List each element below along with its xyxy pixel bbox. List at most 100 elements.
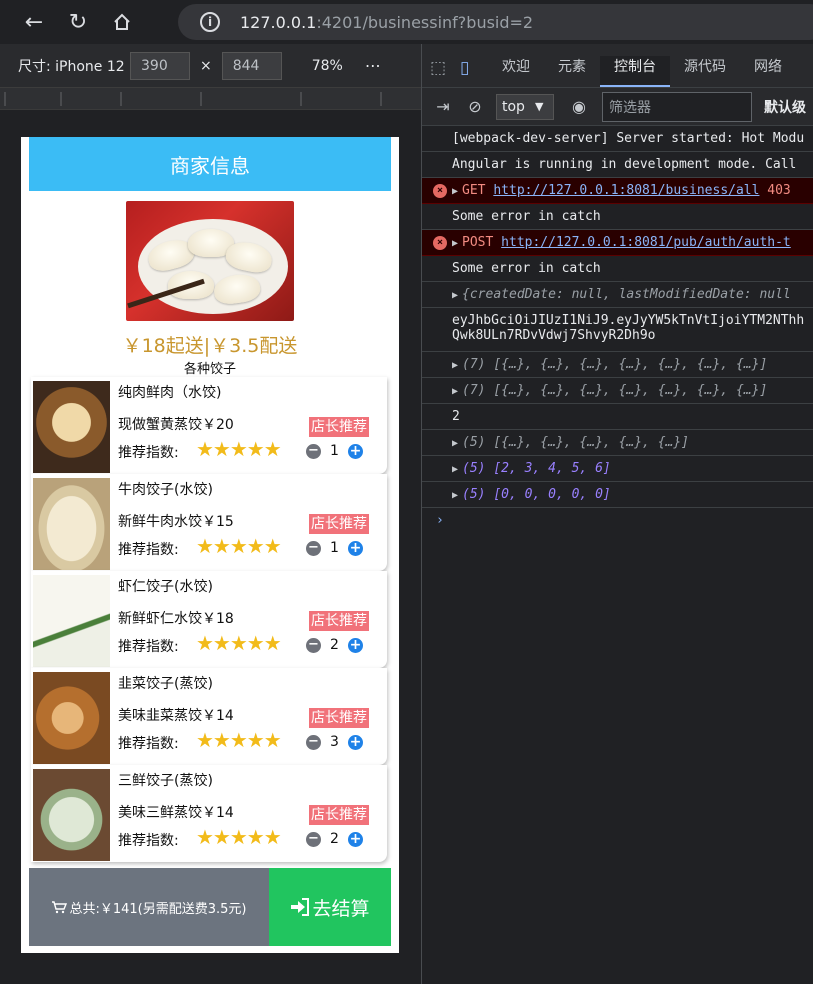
expand-arrow-icon[interactable]: ▶ (452, 186, 458, 197)
tab-console[interactable]: 控制台 (600, 56, 670, 87)
address-bar[interactable]: i 127.0.0.1:4201/businessinf?busid=2 (178, 4, 813, 40)
quantity-value: 2 (330, 637, 339, 653)
log-level-select[interactable]: 默认级 (764, 97, 806, 117)
cart-total: 总共:￥141(另需配送费3.5元) (29, 868, 269, 946)
product-list: 纯肉鲜肉（水饺) 现做蟹黄蒸饺￥20 店长推荐 推荐指数: ★★★★★ − 1 … (31, 377, 387, 862)
recommend-badge: 店长推荐 (309, 708, 369, 728)
minus-icon[interactable]: − (306, 734, 321, 750)
expand-arrow-icon[interactable]: ▶ (452, 290, 458, 301)
minus-icon[interactable]: − (306, 443, 321, 459)
console-message: Some error in catch (422, 204, 813, 230)
height-input[interactable]: 844 (221, 51, 282, 80)
product-desc: 新鲜牛肉水饺￥15 (118, 514, 234, 530)
product-item[interactable]: 三鲜饺子(蒸饺) 美味三鲜蒸饺￥14 店长推荐 推荐指数: ★★★★★ − 2 … (31, 765, 387, 862)
tab-elements[interactable]: 元素 (544, 56, 600, 87)
media-query-ruler (0, 88, 421, 110)
recommend-label: 推荐指数: (118, 833, 179, 849)
product-image (33, 769, 110, 861)
recommend-label: 推荐指数: (118, 542, 179, 558)
minus-icon[interactable]: − (306, 831, 321, 847)
home-icon[interactable] (100, 0, 144, 44)
product-desc: 美味三鲜蒸饺￥14 (118, 805, 234, 821)
mobile-page: 商家信息 ￥18起送|￥3.5配送 各种饺子 纯肉鲜肉（水饺) 现做蟹黄蒸饺￥2… (21, 137, 399, 953)
device-select[interactable]: 尺寸: iPhone 12 Pro (18, 56, 130, 76)
eye-icon[interactable]: ◉ (568, 97, 590, 116)
checkout-button[interactable]: 去结算 (269, 868, 391, 946)
quantity-stepper: − 2 + (306, 831, 363, 847)
url-text: 127.0.0.1:4201/businessinf?busid=2 (240, 12, 534, 32)
recommend-label: 推荐指数: (118, 736, 179, 752)
product-name: 纯肉鲜肉（水饺) (118, 385, 222, 401)
width-input[interactable]: 390 (130, 51, 190, 80)
times-sign: × (200, 57, 212, 74)
quantity-value: 3 (330, 734, 339, 750)
error-icon: × (433, 184, 447, 198)
site-info-icon[interactable]: i (200, 12, 220, 32)
tab-network[interactable]: 网络 (740, 56, 796, 87)
filter-input[interactable]: 筛选器 (602, 91, 752, 122)
product-image (33, 478, 110, 570)
console-array[interactable]: ▶ (7) [{…}, {…}, {…}, {…}, {…}, {…}, {…}] (422, 378, 813, 404)
emulated-viewport: 商家信息 ￥18起送|￥3.5配送 各种饺子 纯肉鲜肉（水饺) 现做蟹黄蒸饺￥2… (0, 110, 421, 984)
shop-image (126, 201, 294, 321)
console-error[interactable]: × ▶ GET http://127.0.0.1:8081/business/al… (422, 178, 813, 204)
minus-icon[interactable]: − (306, 540, 321, 556)
recommend-badge: 店长推荐 (309, 514, 369, 534)
inspect-icon[interactable]: ⬚ (430, 58, 458, 87)
expand-arrow-icon[interactable]: ▶ (452, 360, 458, 371)
expand-arrow-icon[interactable]: ▶ (452, 386, 458, 397)
cart-total-text: 总共:￥141(另需配送费3.5元) (69, 901, 247, 917)
console-object[interactable]: ▶ {createdDate: null, lastModifiedDate: n… (422, 282, 813, 308)
quantity-value: 1 (330, 443, 339, 459)
back-icon[interactable]: ← (12, 0, 56, 44)
rating-stars: ★★★★★ (196, 631, 282, 655)
console-array[interactable]: ▶ (7) [{…}, {…}, {…}, {…}, {…}, {…}, {…}] (422, 352, 813, 378)
product-desc: 新鲜虾仁水饺￥18 (118, 611, 234, 627)
request-link[interactable]: http://127.0.0.1:8081/business/all (493, 183, 759, 198)
product-item[interactable]: 虾仁饺子(水饺) 新鲜虾仁水饺￥18 店长推荐 推荐指数: ★★★★★ − 2 … (31, 571, 387, 668)
delivery-price: ￥18起送|￥3.5配送 (122, 335, 298, 357)
request-link[interactable]: http://127.0.0.1:8081/pub/auth/auth-t (501, 235, 791, 250)
plus-icon[interactable]: + (348, 443, 363, 459)
expand-arrow-icon[interactable]: ▶ (452, 464, 458, 475)
expand-arrow-icon[interactable]: ▶ (452, 438, 458, 449)
expand-arrow-icon[interactable]: ▶ (452, 238, 458, 249)
product-desc: 美味韭菜蒸饺￥14 (118, 708, 234, 724)
minus-icon[interactable]: − (306, 637, 321, 653)
zoom-select[interactable]: 78% (312, 58, 343, 74)
plus-icon[interactable]: + (348, 831, 363, 847)
console-array[interactable]: ▶ (5) [2, 3, 4, 5, 6] (422, 456, 813, 482)
expand-arrow-icon[interactable]: ▶ (452, 490, 458, 501)
recommend-label: 推荐指数: (118, 445, 179, 461)
more-options-icon[interactable]: ⋯ (365, 56, 382, 75)
context-select[interactable]: top ▼ (496, 93, 554, 120)
sidebar-toggle-icon[interactable]: ⇥ (432, 97, 454, 116)
console-array[interactable]: ▶ (5) [0, 0, 0, 0, 0] (422, 482, 813, 508)
product-item[interactable]: 纯肉鲜肉（水饺) 现做蟹黄蒸饺￥20 店长推荐 推荐指数: ★★★★★ − 1 … (31, 377, 387, 474)
recommend-badge: 店长推荐 (309, 417, 369, 437)
console-array[interactable]: ▶ (5) [{…}, {…}, {…}, {…}, {…}] (422, 430, 813, 456)
cart-icon (52, 901, 68, 914)
console-error[interactable]: × ▶ POST http://127.0.0.1:8081/pub/auth/a… (422, 230, 813, 256)
plus-icon[interactable]: + (348, 540, 363, 556)
recommend-badge: 店长推荐 (309, 805, 369, 825)
product-item[interactable]: 韭菜饺子(蒸饺) 美味韭菜蒸饺￥14 店长推荐 推荐指数: ★★★★★ − 3 … (31, 668, 387, 765)
quantity-value: 1 (330, 540, 339, 556)
tab-welcome[interactable]: 欢迎 (488, 56, 544, 87)
rating-stars: ★★★★★ (196, 825, 282, 849)
recommend-label: 推荐指数: (118, 639, 179, 655)
tab-sources[interactable]: 源代码 (670, 56, 740, 87)
rating-stars: ★★★★★ (196, 437, 282, 461)
console-prompt[interactable]: › (422, 508, 813, 528)
checkout-label: 去结算 (312, 897, 370, 920)
plus-icon[interactable]: + (348, 734, 363, 750)
reload-icon[interactable]: ↻ (56, 0, 100, 44)
clear-console-icon[interactable]: ⊘ (464, 97, 486, 116)
product-image (33, 672, 110, 764)
product-item[interactable]: 牛肉饺子(水饺) 新鲜牛肉水饺￥15 店长推荐 推荐指数: ★★★★★ − 1 … (31, 474, 387, 571)
device-toggle-icon[interactable]: ▯ (460, 58, 488, 87)
product-name: 牛肉饺子(水饺) (118, 482, 213, 498)
error-icon: × (433, 236, 447, 250)
plus-icon[interactable]: + (348, 637, 363, 653)
devtools-tabs: ⬚ ▯ 欢迎 元素 控制台 源代码 网络 (422, 44, 813, 88)
